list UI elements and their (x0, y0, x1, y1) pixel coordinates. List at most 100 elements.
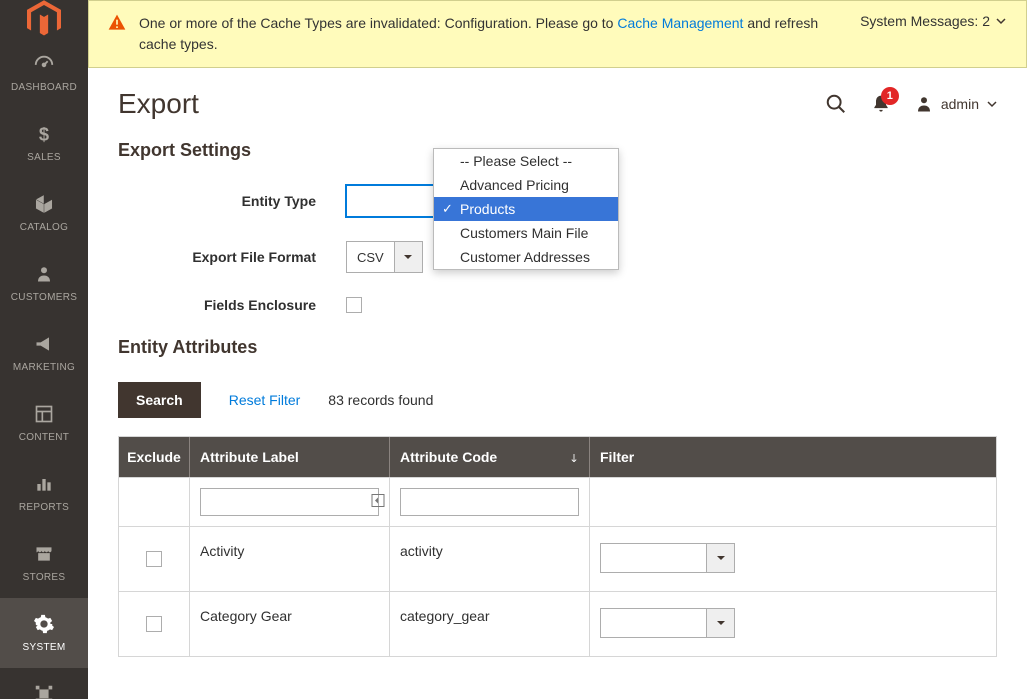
admin-sidebar: DASHBOARD $ SALES CATALOG CUSTOMERS MARK… (0, 0, 88, 699)
chevron-down-icon (987, 99, 997, 109)
col-label: Attribute Code (400, 449, 497, 465)
table-row: Category Gear category_gear (119, 592, 996, 657)
system-message-bar: One or more of the Cache Types are inval… (88, 0, 1027, 68)
nav-partners[interactable]: FIND PARTNERS & EXTENSIONS (0, 668, 88, 699)
magento-logo[interactable] (0, 0, 88, 38)
nav-label: STORES (23, 572, 66, 584)
col-attribute-label[interactable]: Attribute Label (189, 437, 389, 477)
filter-filter-cell (589, 478, 996, 526)
filter-toolbar: Search Reset Filter 83 records found (88, 382, 1027, 418)
select-value: CSV (347, 250, 394, 265)
file-format-select[interactable]: CSV (346, 241, 423, 273)
exclude-checkbox[interactable] (146, 616, 162, 632)
box-icon (33, 192, 55, 216)
page-header: Export 1 admin (88, 88, 1027, 140)
nav-sales[interactable]: $ SALES (0, 108, 88, 178)
grid-filter-row (119, 478, 996, 527)
nav-label: REPORTS (19, 502, 69, 514)
chevron-down-icon (996, 16, 1006, 26)
chevron-down-icon (706, 544, 734, 572)
cache-management-link[interactable]: Cache Management (617, 15, 743, 31)
entity-type-dropdown: -- Please Select -- Advanced Pricing Pro… (433, 148, 619, 270)
nav-system[interactable]: SYSTEM (0, 598, 88, 668)
nav-label: CUSTOMERS (11, 292, 77, 304)
chevron-down-icon (394, 242, 422, 272)
system-messages-toggle[interactable]: System Messages: 2 (860, 13, 1006, 29)
filter-label-cell (189, 478, 389, 526)
layout-icon (34, 402, 54, 426)
account-menu[interactable]: admin (915, 94, 997, 114)
nav-customers[interactable]: CUSTOMERS (0, 248, 88, 318)
entity-attributes-section: Entity Attributes (88, 337, 1027, 358)
filter-cell (589, 527, 996, 591)
fields-enclosure-checkbox[interactable] (346, 297, 362, 313)
entity-type-label: Entity Type (118, 193, 346, 209)
fields-enclosure-row: Fields Enclosure (118, 297, 997, 313)
username-label: admin (941, 96, 979, 112)
code-cell: category_gear (389, 592, 589, 656)
records-count: 83 records found (328, 392, 433, 408)
global-search-button[interactable] (825, 93, 847, 115)
nav-dashboard[interactable]: DASHBOARD (0, 38, 88, 108)
chart-icon (34, 472, 54, 496)
msg-prefix: One or more of the Cache Types are inval… (139, 15, 617, 31)
header-tools: 1 admin (825, 93, 997, 115)
nav-label: SYSTEM (23, 642, 66, 654)
filter-select[interactable] (600, 543, 735, 573)
partners-icon (33, 682, 55, 699)
sys-msg-label: System Messages: 2 (860, 13, 990, 29)
dashboard-icon (33, 52, 55, 76)
nav-stores[interactable]: STORES (0, 528, 88, 598)
dropdown-option[interactable]: Advanced Pricing (434, 173, 618, 197)
col-exclude[interactable]: Exclude (119, 437, 189, 477)
chevron-down-icon (706, 609, 734, 637)
dropdown-option[interactable]: -- Please Select -- (434, 149, 618, 173)
label-cell: Activity (189, 527, 389, 591)
nav-content[interactable]: CONTENT (0, 388, 88, 458)
nav-label: SALES (27, 152, 61, 164)
attribute-code-filter-input[interactable] (400, 488, 579, 516)
file-format-label: Export File Format (118, 249, 346, 265)
main-content: One or more of the Cache Types are inval… (88, 0, 1027, 699)
warning-icon (107, 13, 127, 36)
grid-header-row: Exclude Attribute Label Attribute Code F… (119, 437, 996, 478)
dropdown-option[interactable]: Customer Addresses (434, 245, 618, 269)
select-value (601, 544, 706, 572)
filter-select[interactable] (600, 608, 735, 638)
search-icon (825, 93, 847, 115)
table-row: Activity activity (119, 527, 996, 592)
col-attribute-code[interactable]: Attribute Code (389, 437, 589, 477)
notifications-button[interactable]: 1 (871, 93, 891, 115)
fields-enclosure-label: Fields Enclosure (118, 297, 346, 313)
section-heading: Entity Attributes (118, 337, 997, 358)
datalist-icon (371, 494, 385, 511)
nav-marketing[interactable]: MARKETING (0, 318, 88, 388)
store-icon (33, 542, 55, 566)
dropdown-option[interactable]: Customers Main File (434, 221, 618, 245)
code-cell: activity (389, 527, 589, 591)
attribute-label-filter-input[interactable] (200, 488, 379, 516)
select-value (601, 609, 706, 637)
filter-exclude-cell (119, 478, 189, 526)
attributes-grid: Exclude Attribute Label Attribute Code F… (118, 436, 997, 657)
exclude-cell (119, 592, 189, 656)
nav-label: MARKETING (13, 362, 75, 374)
gear-icon (33, 612, 55, 636)
col-filter[interactable]: Filter (589, 437, 996, 477)
nav-reports[interactable]: REPORTS (0, 458, 88, 528)
reset-filter-link[interactable]: Reset Filter (229, 392, 301, 408)
search-button[interactable]: Search (118, 382, 201, 418)
filter-cell (589, 592, 996, 656)
nav-label: CONTENT (19, 432, 69, 444)
page-title: Export (118, 88, 199, 120)
nav-label: DASHBOARD (11, 82, 77, 94)
exclude-checkbox[interactable] (146, 551, 162, 567)
dollar-icon: $ (34, 122, 54, 146)
sort-down-icon (569, 451, 579, 467)
dropdown-option[interactable]: Products (434, 197, 618, 221)
nav-catalog[interactable]: CATALOG (0, 178, 88, 248)
label-cell: Category Gear (189, 592, 389, 656)
svg-text:$: $ (39, 124, 49, 145)
message-text: One or more of the Cache Types are inval… (139, 13, 860, 55)
user-icon (915, 94, 933, 114)
